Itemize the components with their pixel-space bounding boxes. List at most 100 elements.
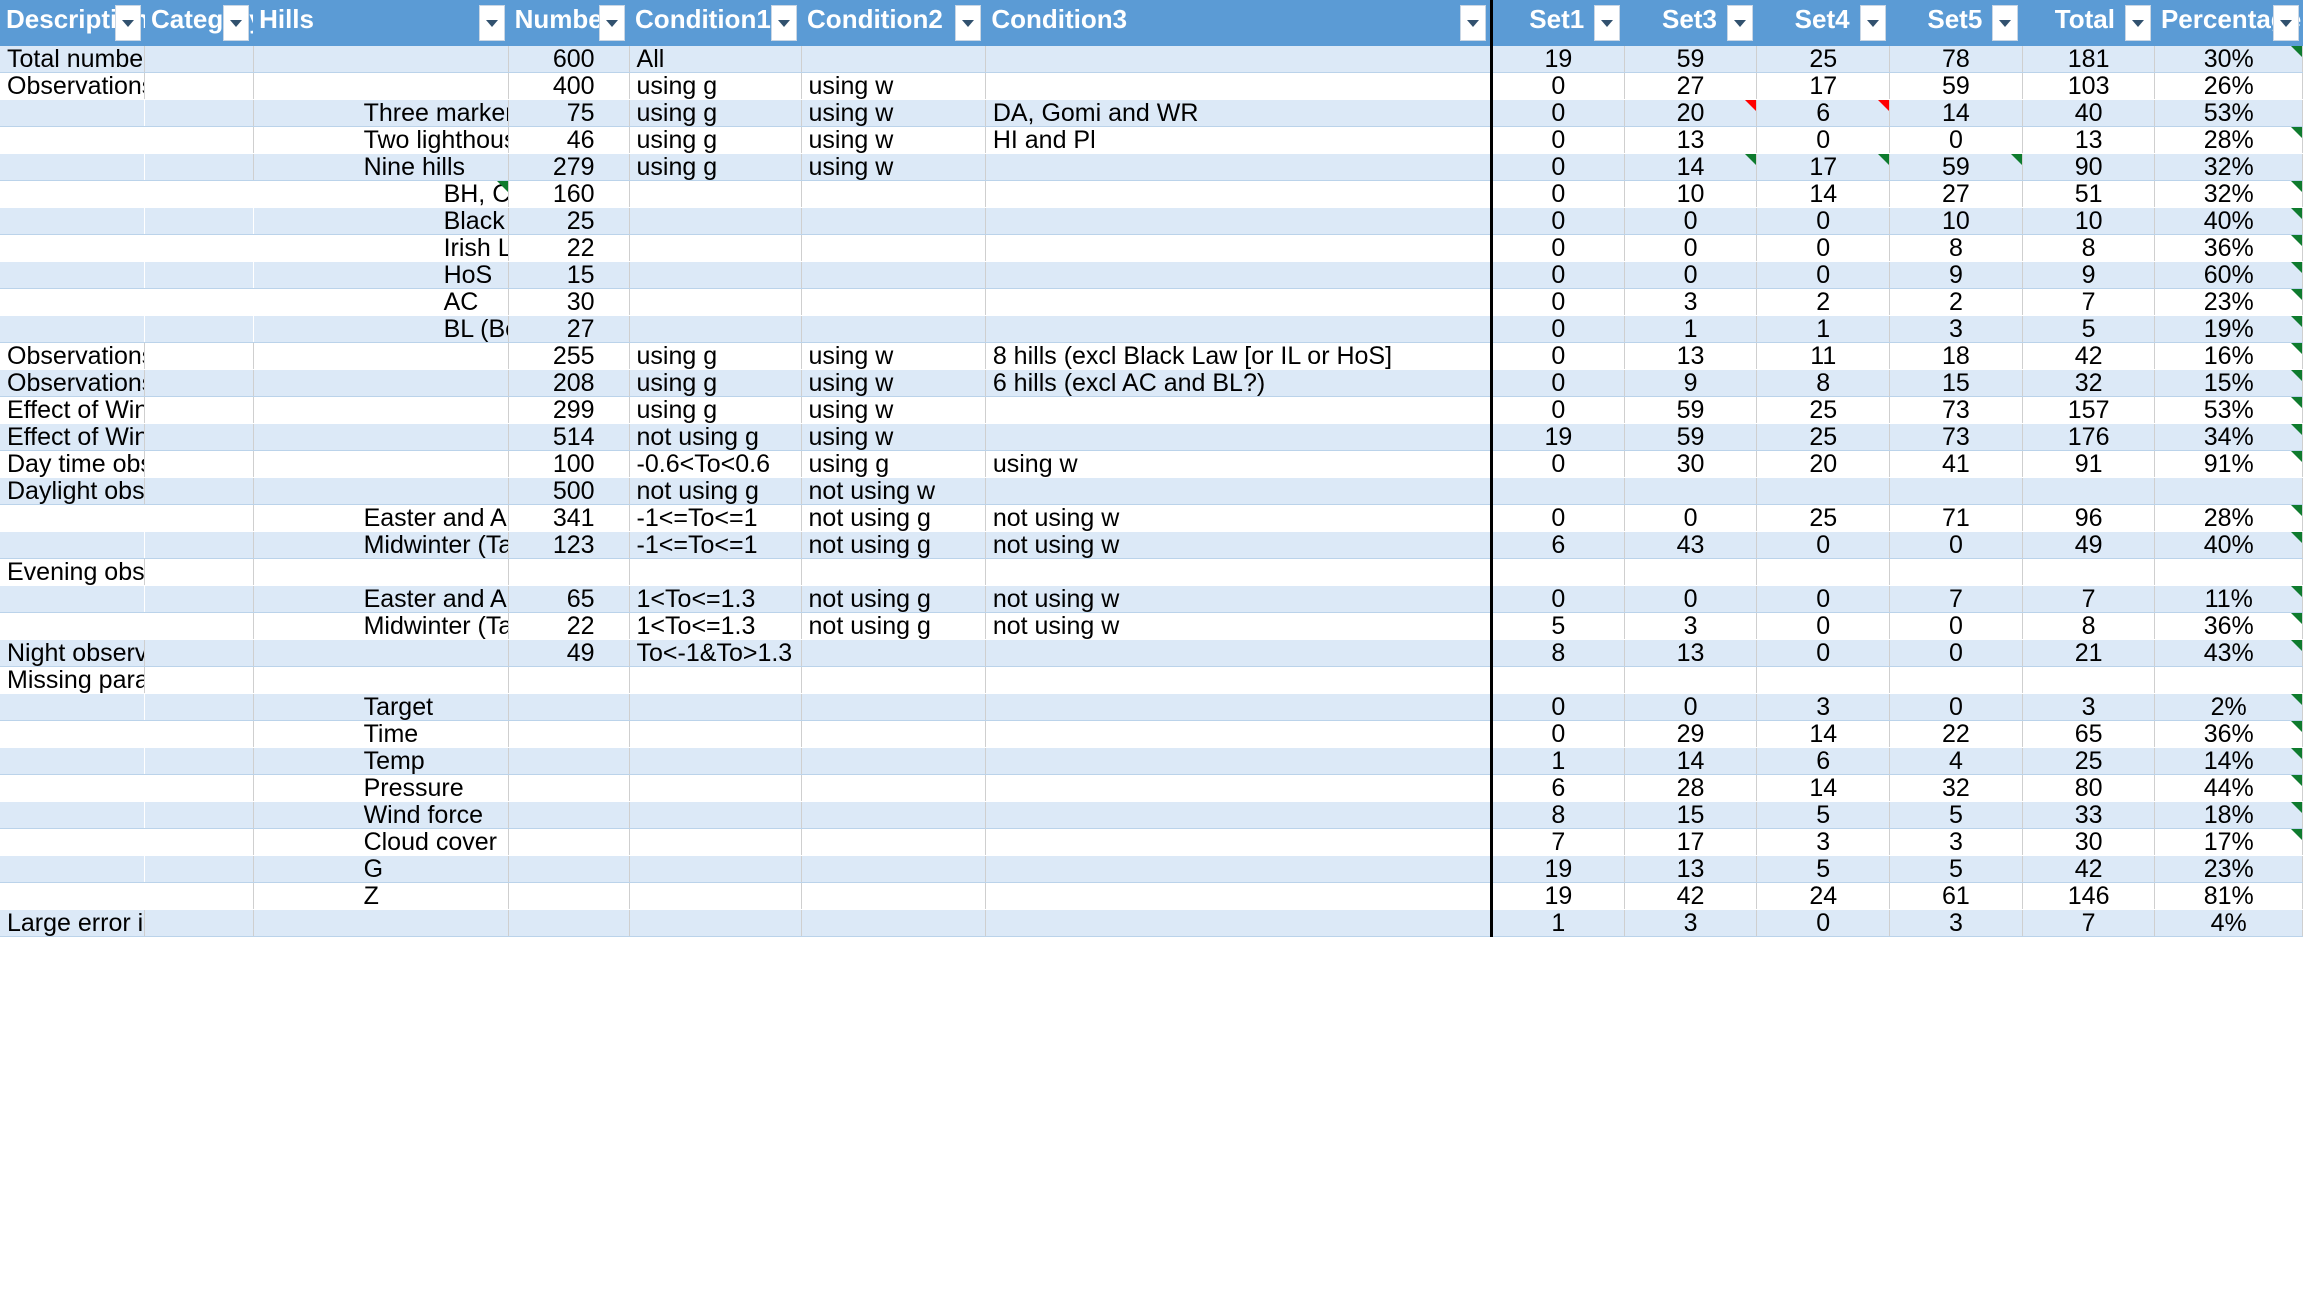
cell-category[interactable] [144,99,254,127]
cell-condition1[interactable] [629,315,802,343]
cell-condition3[interactable] [985,72,1493,100]
cell-hills[interactable]: HoS [253,261,510,289]
filter-dropdown-icon-set4[interactable] [1859,5,1886,41]
cell-condition1[interactable] [629,234,802,262]
table-row[interactable]: Observations (using (2): g+g^2+w) 208 usin… [0,369,2303,397]
cell-condition2[interactable] [801,720,986,748]
cell-category[interactable] [144,666,254,694]
cell-number[interactable]: 208 [508,369,630,397]
cell-condition2[interactable] [801,693,986,721]
cell-condition2[interactable] [801,639,986,667]
cell-number[interactable]: 46 [508,126,630,154]
cell-set1[interactable]: 0 [1490,288,1625,316]
filter-dropdown-icon-condition3[interactable] [1460,5,1487,41]
cell-category[interactable] [144,828,254,856]
cell-set4[interactable]: 14 [1756,180,1891,208]
cell-set3[interactable] [1624,558,1758,586]
cell-condition2[interactable] [801,180,986,208]
cell-category[interactable] [144,423,254,451]
cell-percentage[interactable]: 15% [2154,369,2303,397]
cell-hills[interactable]: Two lighthouses [253,126,510,154]
cell-set5[interactable]: 0 [1889,612,2023,640]
cell-total[interactable]: 91 [2022,450,2156,478]
cell-condition2[interactable]: using w [801,396,986,424]
cell-set5[interactable]: 59 [1889,153,2023,181]
cell-hills[interactable] [253,46,510,73]
cell-total[interactable]: 3 [2022,693,2156,721]
cell-number[interactable] [508,774,630,802]
cell-percentage[interactable]: 53% [2154,396,2303,424]
cell-set1[interactable]: 0 [1490,369,1625,397]
cell-category[interactable] [144,747,254,775]
cell-total[interactable]: 33 [2022,801,2156,829]
cell-description[interactable] [0,882,145,910]
cell-number[interactable]: 160 [508,180,630,208]
cell-condition2[interactable] [801,909,986,937]
cell-condition1[interactable] [629,261,802,289]
cell-number[interactable] [508,693,630,721]
cell-set1[interactable]: 1 [1490,747,1625,775]
cell-percentage[interactable]: 60% [2154,261,2303,289]
cell-percentage[interactable]: 36% [2154,612,2303,640]
cell-condition1[interactable]: using g [629,153,802,181]
cell-set4[interactable]: 0 [1756,126,1891,154]
cell-set4[interactable] [1756,666,1891,694]
cell-percentage[interactable]: 2% [2154,693,2303,721]
cell-condition1[interactable] [629,288,802,316]
cell-set4[interactable]: 0 [1756,612,1891,640]
cell-total[interactable]: 65 [2022,720,2156,748]
filter-dropdown-icon-condition1[interactable] [771,5,798,41]
cell-number[interactable]: 65 [508,585,630,613]
cell-total[interactable]: 42 [2022,342,2156,370]
table-row[interactable]: Irish Law 22 0 0 0 8 8 36% [0,234,2303,262]
cell-description[interactable]: Daylight observations (approximate: p 26… [0,477,146,505]
cell-percentage[interactable]: 4% [2154,909,2303,937]
cell-hills[interactable]: Pressure [253,774,510,802]
cell-percentage[interactable]: 32% [2154,153,2303,181]
cell-set5[interactable]: 78 [1889,46,2023,73]
cell-description[interactable] [0,747,145,775]
cell-condition3[interactable] [985,828,1493,856]
cell-total[interactable] [2022,666,2156,694]
cell-description[interactable] [0,234,145,262]
cell-percentage[interactable]: 23% [2154,288,2303,316]
cell-total[interactable]: 181 [2022,46,2156,73]
table-row[interactable]: Cloud cover 7 17 3 3 30 17% [0,828,2303,856]
cell-set5[interactable] [1889,666,2023,694]
cell-description[interactable] [0,828,145,856]
cell-condition1[interactable] [629,801,802,829]
cell-category[interactable] [144,396,254,424]
cell-condition3[interactable] [985,720,1493,748]
cell-percentage[interactable]: 40% [2154,531,2303,559]
cell-condition2[interactable] [801,855,986,883]
table-row[interactable]: Two lighthouses 46 using g using w HI and Pl… [0,126,2303,154]
cell-condition2[interactable] [801,261,986,289]
table-row[interactable]: Midwinter (Table IV) 22 1<To<=1.3 not using… [0,612,2303,640]
cell-condition2[interactable]: using w [801,126,986,154]
cell-set5[interactable]: 73 [1889,423,2023,451]
cell-hills[interactable]: Nine hills [253,153,510,181]
cell-condition3[interactable]: HI and Pl [985,126,1493,154]
cell-hills[interactable]: Wind force [253,801,510,829]
cell-set3[interactable]: 59 [1624,396,1758,424]
cell-percentage[interactable] [2154,666,2303,694]
cell-condition3[interactable]: not using w [985,504,1493,532]
cell-condition2[interactable]: using w [801,423,986,451]
cell-description[interactable]: Effect of Wind (Table IIIa) [0,396,146,424]
cell-condition2[interactable]: using g [801,450,986,478]
cell-number[interactable]: 27 [508,315,630,343]
cell-set1[interactable]: 8 [1490,801,1625,829]
cell-condition2[interactable] [801,288,986,316]
cell-percentage[interactable]: 81% [2154,882,2303,910]
cell-hills[interactable] [253,477,510,505]
cell-condition1[interactable] [629,207,802,235]
table-row[interactable]: Easter and August (Table IV) 65 1<To<=1.3 n… [0,585,2303,613]
cell-set4[interactable]: 17 [1756,153,1891,181]
cell-set3[interactable]: 20 [1624,99,1758,127]
cell-condition1[interactable] [629,909,802,937]
cell-set4[interactable]: 0 [1756,639,1891,667]
cell-hills[interactable] [253,396,510,424]
cell-hills[interactable]: AC [253,288,510,316]
cell-set3[interactable]: 3 [1624,909,1758,937]
cell-set1[interactable]: 0 [1490,396,1625,424]
